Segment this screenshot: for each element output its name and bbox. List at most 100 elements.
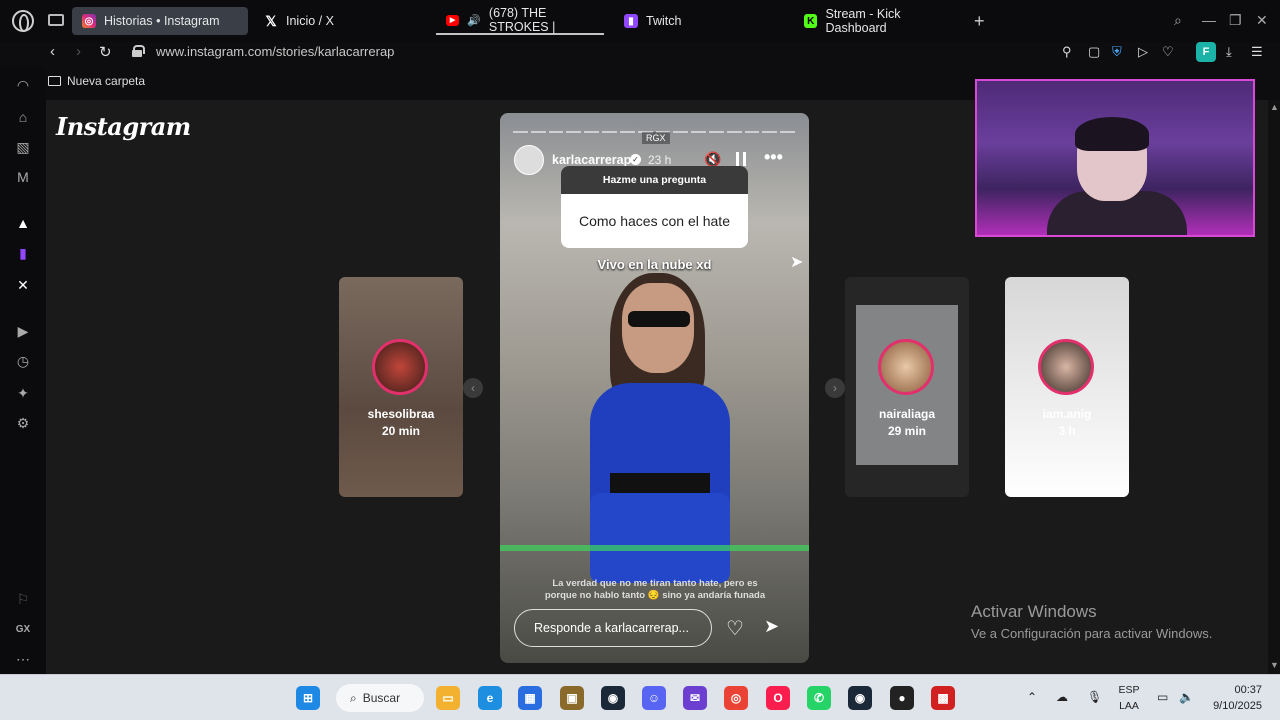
new-tab-button[interactable]: +: [974, 11, 985, 32]
send-icon[interactable]: ➤: [764, 616, 779, 637]
app-icon[interactable]: ▣: [560, 686, 584, 710]
ai-icon[interactable]: ⌂: [14, 108, 32, 126]
tab-youtube[interactable]: ▶ 🔊 (678) THE STROKES |: [436, 6, 604, 35]
app-icon[interactable]: ▩: [931, 686, 955, 710]
news-icon[interactable]: ▧: [14, 138, 32, 156]
speaker-icon[interactable]: 🔊: [467, 14, 481, 27]
story-viewer[interactable]: RGX karlacarrerap ✓ 23 h 🔇 ••• Hazme una…: [500, 113, 809, 663]
kick-icon: K: [804, 14, 818, 28]
language-top: ESP: [1118, 684, 1140, 696]
menu-icon[interactable]: ☰: [1251, 44, 1263, 60]
clock-time: 00:37: [1234, 684, 1262, 696]
story-answer-text: Vivo en la nube xd: [597, 257, 712, 272]
forward-icon[interactable]: ›: [76, 43, 81, 60]
gx-icon[interactable]: GX: [14, 620, 32, 638]
download-icon[interactable]: ⤓: [1226, 44, 1232, 60]
tab-label: Historias • Instagram: [104, 14, 220, 28]
extensions-icon[interactable]: ✦: [14, 384, 32, 402]
pin-icon[interactable]: ⚲: [1062, 44, 1072, 60]
avatar[interactable]: [514, 145, 544, 175]
vpn-shield-icon[interactable]: ⛨: [1112, 44, 1122, 60]
profile-avatar[interactable]: F: [1196, 42, 1216, 62]
story-username: iam.anig: [1042, 407, 1092, 421]
aria-icon[interactable]: ◠: [14, 76, 32, 94]
verified-icon: ✓: [630, 154, 641, 165]
tab-x[interactable]: 𝕏 Inicio / X: [254, 7, 424, 35]
neon-light: [500, 545, 809, 551]
clock-date: 9/10/2025: [1213, 700, 1262, 712]
clock[interactable]: 00:37 9/10/2025: [1206, 682, 1262, 714]
maximize-button[interactable]: ❐: [1229, 12, 1242, 29]
edge-icon[interactable]: e: [478, 686, 502, 710]
reply-input[interactable]: Responde a karlacarrerap...: [514, 609, 712, 647]
player-icon[interactable]: ▷: [1138, 44, 1148, 60]
search-icon: ⌕: [350, 690, 357, 705]
opera-gx-icon[interactable]: O: [766, 686, 790, 710]
instagram-icon: ◎: [82, 14, 96, 28]
app-icon[interactable]: ●: [890, 686, 914, 710]
file-explorer-icon[interactable]: ▭: [436, 686, 460, 710]
settings-icon[interactable]: ⚙: [14, 414, 32, 432]
network-icon[interactable]: ▭: [1157, 690, 1168, 704]
store-icon[interactable]: ▦: [518, 686, 542, 710]
reload-icon[interactable]: ↻: [99, 43, 112, 61]
pause-button[interactable]: [736, 152, 746, 166]
scrollbar[interactable]: [1268, 100, 1280, 674]
microphone-icon[interactable]: 🎙: [1087, 690, 1102, 704]
discord-icon[interactable]: ☺: [642, 686, 666, 710]
workspaces-icon[interactable]: [48, 14, 64, 26]
url-field[interactable]: www.instagram.com/stories/karlacarrerap: [156, 44, 394, 59]
opera-logo-icon[interactable]: [12, 10, 34, 32]
steam-icon[interactable]: ◉: [848, 686, 872, 710]
snapshot-icon[interactable]: ▢: [1088, 44, 1100, 60]
onedrive-icon[interactable]: ☁: [1056, 690, 1068, 704]
close-button[interactable]: ✕: [1256, 12, 1268, 29]
story-preview[interactable]: nairaliaga 29 min: [845, 277, 969, 497]
story-caption: La verdad que no me tiran tanto hate, pe…: [544, 578, 766, 601]
prev-story-button[interactable]: ‹: [463, 378, 483, 398]
tray-chevron-icon[interactable]: ⌃: [1027, 690, 1037, 704]
instagram-logo[interactable]: Instagram: [56, 112, 191, 141]
story-username[interactable]: karlacarrerap: [552, 153, 631, 167]
more-options-icon[interactable]: •••: [764, 147, 783, 168]
story-username: shesolibraa: [367, 407, 435, 421]
bookmark-folder[interactable]: Nueva carpeta: [48, 74, 145, 88]
folder-icon: [48, 76, 61, 86]
player-sidebar-icon[interactable]: ▶: [14, 322, 32, 340]
volume-icon[interactable]: 🔈: [1179, 690, 1194, 704]
story-preview[interactable]: shesolibraa 20 min: [339, 277, 463, 497]
mail-icon[interactable]: M: [14, 168, 32, 186]
more-icon[interactable]: ⋯: [14, 650, 32, 668]
x-sidebar-icon[interactable]: ✕: [14, 276, 32, 294]
minimize-button[interactable]: —: [1202, 12, 1216, 28]
hotkeys-icon[interactable]: ⚐: [14, 590, 32, 608]
tab-kick[interactable]: K Stream - Kick Dashboard: [794, 7, 970, 35]
tab-label: Inicio / X: [286, 14, 334, 28]
story-time: 29 min: [887, 424, 926, 438]
scroll-down-icon[interactable]: ▼: [1270, 660, 1279, 670]
taskbar-search[interactable]: ⌕ Buscar: [336, 684, 424, 712]
tab-twitch[interactable]: ▮ Twitch: [614, 7, 774, 35]
chat-app-icon[interactable]: ✉: [683, 686, 707, 710]
whatsapp-icon[interactable]: ✆: [807, 686, 831, 710]
steam-icon[interactable]: ◉: [601, 686, 625, 710]
back-icon[interactable]: ‹: [50, 43, 55, 60]
windows-activation-watermark: Activar Windows Ve a Configuración para …: [971, 602, 1212, 641]
search-tabs-icon[interactable]: ⌕: [1174, 12, 1182, 29]
tab-label: (678) THE STROKES |: [488, 6, 556, 34]
avatar: [372, 339, 428, 395]
language-indicator[interactable]: ESP LAA: [1117, 682, 1141, 714]
kick-sidebar-icon[interactable]: ▲: [14, 214, 32, 232]
history-icon[interactable]: ◷: [14, 352, 32, 370]
scroll-up-icon[interactable]: ▲: [1270, 102, 1279, 112]
chrome-icon[interactable]: ◎: [724, 686, 748, 710]
heart-icon[interactable]: ♡: [1162, 44, 1174, 60]
lock-icon[interactable]: [132, 45, 145, 57]
tab-instagram[interactable]: ◎ Historias • Instagram: [72, 7, 248, 35]
windows-start-icon[interactable]: ⊞: [296, 686, 320, 710]
twitch-sidebar-icon[interactable]: ▮: [14, 244, 32, 262]
webcam-overlay: [975, 79, 1255, 237]
story-preview[interactable]: iam.anig 3 h: [1005, 277, 1129, 497]
like-heart-icon[interactable]: ♡: [726, 616, 744, 641]
next-story-button[interactable]: ›: [825, 378, 845, 398]
